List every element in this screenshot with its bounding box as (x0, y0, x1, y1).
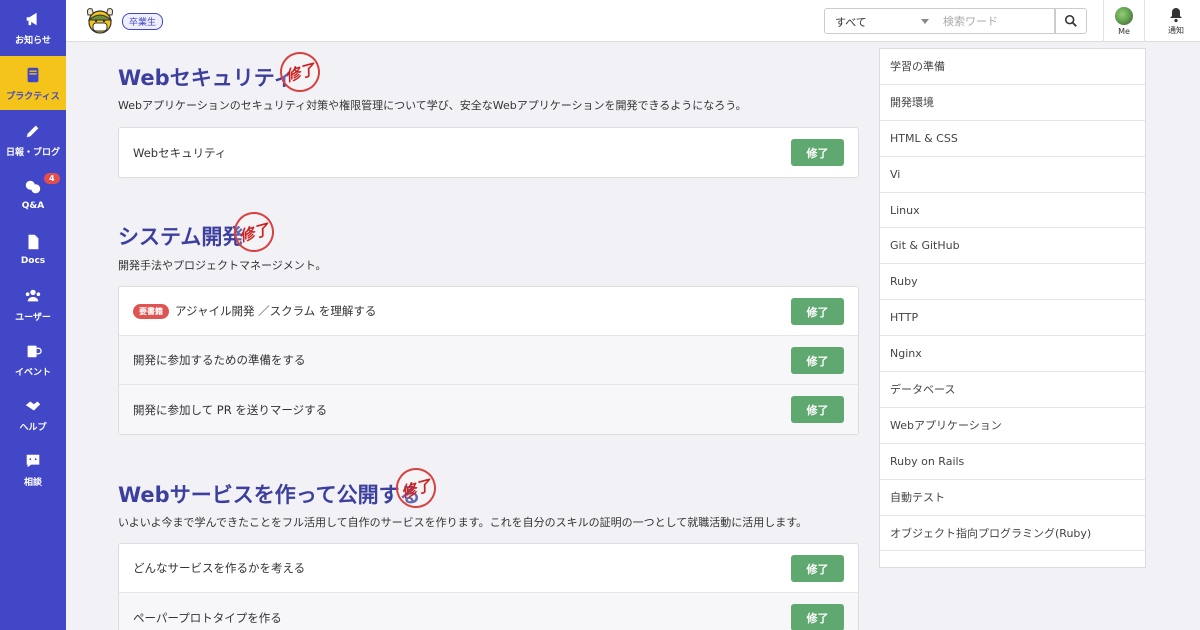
section-description: 開発手法やプロジェクトマネージメント。 (118, 259, 327, 272)
sidebar-item-announcements[interactable]: お知らせ (0, 0, 66, 54)
chevron-down-icon (921, 19, 929, 24)
category-nav-item[interactable]: Webアプリケーション (880, 408, 1145, 444)
bell-icon (1170, 7, 1182, 22)
category-nav-item[interactable]: 自動テスト (880, 480, 1145, 516)
sidebar-item-qa[interactable]: Q&A 4 (0, 167, 66, 221)
sidebar-item-events[interactable]: イベント (0, 332, 66, 386)
sidebar-item-label: ヘルプ (19, 422, 47, 433)
mug-icon (23, 341, 43, 361)
complete-button[interactable]: 修了 (791, 604, 844, 630)
sidebar-item-docs[interactable]: Docs (0, 222, 66, 276)
chat-icon (23, 177, 43, 197)
notifications-label: 通知 (1168, 25, 1184, 35)
category-nav-item[interactable]: オブジェクト指向プログラミング(Ruby) (880, 516, 1145, 552)
viking-logo-icon[interactable] (84, 5, 116, 37)
search-category-select[interactable]: すべて (824, 8, 936, 34)
practice-title[interactable]: 開発に参加して PR を送りマージする (133, 402, 327, 418)
complete-button[interactable]: 修了 (791, 139, 844, 166)
practice-title[interactable]: アジャイル開発 ／スクラム を理解する (175, 303, 376, 319)
search-category-value: すべて (835, 16, 867, 29)
practice-row[interactable]: 開発に参加して PR を送りマージする 修了 (119, 385, 858, 434)
practice-list: どんなサービスを作るかを考える 修了 ペーパープロトタイプを作る 修了 (118, 543, 859, 630)
category-nav-item[interactable]: HTTP (880, 300, 1145, 337)
users-icon (23, 286, 43, 306)
document-icon (23, 232, 43, 252)
sidebar-item-label: 相談 (23, 477, 42, 488)
handshake-icon (23, 396, 43, 416)
me-label: Me (1118, 26, 1130, 36)
sidebar: お知らせ プラクティス 日報・ブログ Q&A 4 Docs ユーザー イベント … (0, 0, 66, 630)
category-nav-item[interactable]: Vi (880, 157, 1145, 193)
category-nav-item[interactable]: Ruby on Rails (880, 444, 1145, 480)
required-book-badge: 要書籍 (133, 303, 169, 319)
category-nav-item[interactable]: Ruby (880, 264, 1145, 301)
search-icon (1064, 14, 1077, 27)
me-menu[interactable]: Me (1103, 0, 1145, 42)
sidebar-item-consult[interactable]: 相談 (0, 442, 66, 496)
sidebar-item-practices[interactable]: プラクティス (0, 56, 66, 110)
comment-icon (23, 451, 43, 471)
practice-row[interactable]: 要書籍 アジャイル開発 ／スクラム を理解する 修了 (119, 287, 858, 336)
practice-row[interactable]: 開発に参加するための準備をする 修了 (119, 336, 858, 385)
category-nav-item[interactable]: Git & GitHub (880, 228, 1145, 265)
practice-title[interactable]: どんなサービスを作るかを考える (133, 560, 305, 576)
sidebar-item-label: Docs (20, 256, 46, 266)
sidebar-item-label: プラクティス (6, 91, 60, 102)
complete-button[interactable]: 修了 (791, 298, 844, 325)
practice-row[interactable]: ペーパープロトタイプを作る 修了 (119, 593, 858, 630)
graduate-badge: 卒業生 (122, 13, 164, 30)
search-input[interactable] (935, 8, 1055, 34)
sidebar-item-label: ユーザー (15, 312, 51, 323)
section-description: Webアプリケーションのセキュリティ対策や権限管理について学び、安全なWebアプ… (118, 99, 747, 112)
practice-list: 要書籍 アジャイル開発 ／スクラム を理解する 修了 開発に参加するための準備を… (118, 286, 859, 435)
category-nav-item[interactable]: データベース (880, 372, 1145, 408)
sidebar-item-label: Q&A (21, 201, 45, 211)
section-title[interactable]: Webセキュリティ (118, 62, 294, 92)
category-nav-item[interactable]: HTML & CSS (880, 121, 1145, 157)
pencil-icon (23, 121, 43, 141)
practice-title[interactable]: Webセキュリティ (133, 145, 226, 161)
category-nav: 学習の準備 開発環境 HTML & CSS Vi Linux Git & Git… (879, 48, 1146, 568)
book-icon (23, 65, 43, 85)
sidebar-item-label: 日報・ブログ (5, 147, 60, 158)
notifications-button[interactable]: 通知 (1156, 0, 1196, 42)
category-nav-item[interactable]: 開発環境 (880, 85, 1145, 121)
sidebar-item-label: イベント (14, 367, 51, 378)
category-nav-item[interactable]: Linux (880, 193, 1145, 229)
megaphone-icon (23, 9, 43, 29)
search-button[interactable] (1055, 8, 1087, 34)
complete-button[interactable]: 修了 (791, 555, 844, 582)
practice-title[interactable]: ペーパープロトタイプを作る (133, 610, 282, 626)
section-description: いよいよ今まで学んできたことをフル活用して自作のサービスを作ります。これを自分の… (118, 516, 808, 529)
sidebar-item-users[interactable]: ユーザー (0, 277, 66, 331)
practice-title[interactable]: 開発に参加するための準備をする (133, 352, 306, 368)
sidebar-item-help[interactable]: ヘルプ (0, 387, 66, 441)
section-title[interactable]: システム開発 (118, 221, 243, 251)
qa-count-badge: 4 (44, 173, 60, 184)
header: 卒業生 すべて Me 通知 (66, 0, 1200, 42)
sidebar-item-reports[interactable]: 日報・ブログ (0, 112, 66, 166)
complete-button[interactable]: 修了 (791, 347, 844, 374)
complete-button[interactable]: 修了 (791, 396, 844, 423)
practice-list: Webセキュリティ 修了 (118, 127, 859, 178)
practice-row[interactable]: Webセキュリティ 修了 (119, 128, 858, 177)
avatar (1115, 6, 1133, 25)
section-title[interactable]: Webサービスを作って公開する (118, 479, 421, 509)
sidebar-item-label: お知らせ (15, 35, 51, 46)
category-nav-item[interactable]: 学習の準備 (880, 49, 1145, 85)
category-nav-item[interactable]: Nginx (880, 336, 1145, 373)
practice-row[interactable]: どんなサービスを作るかを考える 修了 (119, 544, 858, 593)
